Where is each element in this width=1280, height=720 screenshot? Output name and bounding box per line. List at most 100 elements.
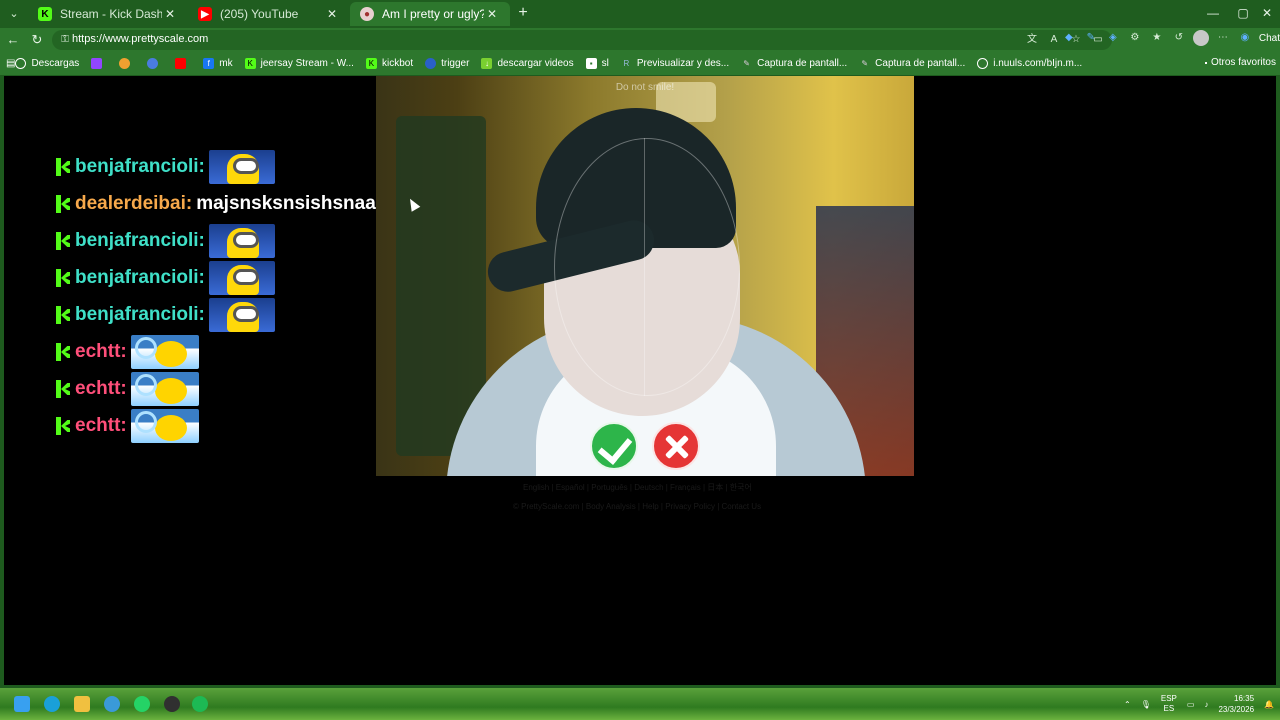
back-icon[interactable]: ← — [4, 31, 22, 49]
chat-button[interactable]: Chat — [1259, 33, 1280, 44]
bookmark-label: Descargas — [31, 58, 80, 69]
minimize-icon[interactable]: — — [1198, 4, 1228, 22]
face-guide-line — [644, 138, 645, 396]
bookmark-jeersay[interactable]: Kjeersay Stream - W... — [244, 58, 354, 69]
bookmark-site-icon: ▪ — [585, 58, 597, 69]
chat-message: benjafrancioli: — [56, 150, 275, 184]
chat-message: benjafrancioli: — [56, 224, 275, 258]
youtube-icon — [175, 58, 187, 69]
bookmark-youtube[interactable] — [175, 58, 191, 69]
clock[interactable]: 16:35 23/3/2026 — [1218, 693, 1254, 715]
bookmark-icon-link[interactable] — [119, 58, 135, 69]
bookmark-label: descargar videos — [497, 58, 574, 69]
other-bookmarks[interactable]: Otros favoritos — [1204, 57, 1276, 68]
kick-icon: K — [365, 58, 377, 69]
camera-hint: Do not smile! — [615, 82, 675, 93]
footer-links[interactable]: © PrettyScale.com | Body Analysis | Help… — [513, 502, 761, 511]
bookmark-captura-1[interactable]: ✎ Captura de pantall... — [741, 58, 847, 69]
bookmark-nuuls[interactable]: i.nuuls.com/bIjn.m... — [977, 58, 1082, 69]
start-icon[interactable] — [14, 696, 30, 712]
bookmark-trigger[interactable]: trigger — [425, 58, 469, 69]
spotify-icon[interactable] — [192, 696, 208, 712]
microphone-icon[interactable]: 🎙 — [1141, 700, 1151, 709]
reload-icon[interactable]: ↻ — [28, 31, 46, 49]
favorites-icon[interactable]: ★ — [1149, 30, 1165, 46]
bookmark-mk[interactable]: f mk — [203, 58, 233, 69]
bookmark-site-icon — [425, 58, 437, 69]
site-info-icon[interactable]: ⚿ — [58, 33, 72, 47]
volume-icon[interactable]: ♪ — [1204, 700, 1208, 709]
tab-kick-dashboard[interactable]: K Stream - Kick Dashboard ✕ — [28, 2, 188, 26]
extension-icon[interactable]: ✎ — [1083, 30, 1099, 46]
notification-icon[interactable]: 🔔 — [1264, 700, 1274, 709]
bookmark-sl[interactable]: ▪ sl — [585, 58, 609, 69]
accept-button[interactable] — [590, 422, 638, 470]
tab-strip: ⌄ K Stream - Kick Dashboard ✕ ▶ (205) Yo… — [0, 0, 1280, 28]
more-icon[interactable]: ⋯ — [1215, 30, 1231, 46]
tab-actions-icon[interactable]: ⌄ — [4, 4, 24, 24]
chat-username: echtt: — [75, 378, 127, 399]
profile-avatar[interactable] — [1192, 30, 1209, 46]
page-content: benjafrancioli: dealerdeibai: majsnsksns… — [4, 76, 1276, 685]
chat-message: echtt: — [56, 335, 199, 369]
edge-icon[interactable] — [44, 696, 60, 712]
bookmark-captura-2[interactable]: ✎ Captura de pantall... — [859, 58, 965, 69]
pokeball-emote — [130, 409, 199, 443]
bookmark-icon-link[interactable] — [147, 58, 163, 69]
bookmark-descargar-videos[interactable]: ↓ descargar videos — [481, 58, 574, 69]
reject-button[interactable] — [652, 422, 700, 470]
address-bar[interactable]: ⚿ https://www.prettyscale.com 文 A ☆ ▭ — [52, 30, 1112, 50]
close-tab-icon[interactable]: ✕ — [484, 7, 500, 21]
pen-icon: ✎ — [861, 59, 869, 68]
clock-time: 16:35 — [1234, 694, 1255, 703]
kick-icon — [56, 417, 72, 435]
close-window-icon[interactable]: ✕ — [1252, 4, 1280, 22]
kick-icon — [56, 158, 72, 176]
translate-icon[interactable]: 文 — [1024, 32, 1040, 48]
whatsapp-icon[interactable] — [134, 696, 150, 712]
kick-icon: K — [244, 58, 256, 69]
footer-languages[interactable]: English | Español | Português | Deutsch … — [523, 482, 752, 493]
tab-prettyscale[interactable]: ● Am I pretty or ugly? Face bea ✕ — [350, 2, 510, 26]
chat-username: echtt: — [75, 341, 127, 362]
chat-message: echtt: — [56, 372, 199, 406]
new-tab-icon[interactable]: + — [514, 4, 532, 22]
bookmark-site-icon: R — [623, 59, 630, 68]
bookmarks-bar: ▤ Descargas f mk Kjeersay Stream - W... K… — [0, 52, 1280, 75]
browser-icon[interactable] — [104, 696, 120, 712]
bookmark-twitch[interactable] — [91, 58, 107, 69]
extension-icon[interactable]: ◈ — [1105, 30, 1121, 46]
language-indicator[interactable]: ESP ES — [1161, 694, 1177, 714]
network-icon[interactable]: ▭ — [1187, 700, 1195, 709]
chat-message: echtt: — [56, 409, 199, 443]
bookmark-label: Previsualizar y des... — [636, 58, 730, 69]
globe-icon — [15, 58, 27, 69]
lang-bottom: ES — [1163, 704, 1175, 713]
history-icon[interactable]: ↺ — [1171, 30, 1187, 46]
url-text[interactable]: https://www.prettyscale.com — [72, 33, 208, 45]
sidebar-icon[interactable]: ▤ — [6, 58, 15, 69]
close-tab-icon[interactable]: ✕ — [324, 7, 340, 21]
file-explorer-icon[interactable] — [74, 696, 90, 712]
chevron-up-icon[interactable]: ⌃ — [1124, 700, 1131, 709]
obs-icon[interactable] — [164, 696, 180, 712]
pen-icon: ✎ — [743, 59, 750, 68]
bookmark-label: trigger — [441, 58, 470, 69]
copilot-icon[interactable]: ◉ — [1237, 30, 1253, 46]
read-aloud-icon[interactable]: A — [1046, 32, 1062, 48]
extension-icon[interactable]: ◆ — [1061, 30, 1077, 46]
bookmark-label: jeersay Stream - W... — [260, 58, 354, 69]
kick-icon — [56, 195, 72, 213]
kick-icon: K — [38, 7, 52, 21]
extensions-icon[interactable]: ⚙ — [1127, 30, 1143, 46]
chat-text: majsnsksnsishsnaa — [196, 193, 376, 214]
twitch-icon — [91, 58, 103, 69]
globe-icon — [977, 58, 989, 69]
bookmark-kickbot[interactable]: Kkickbot — [365, 58, 413, 69]
close-tab-icon[interactable]: ✕ — [162, 7, 178, 21]
tab-youtube[interactable]: ▶ (205) YouTube ✕ — [188, 2, 350, 26]
bookmark-descargas[interactable]: Descargas — [15, 58, 79, 69]
minion-emote — [208, 224, 275, 258]
bookmark-previsualizar[interactable]: R Previsualizar y des... — [621, 58, 729, 69]
tab-title: Am I pretty or ugly? Face bea — [382, 7, 484, 21]
